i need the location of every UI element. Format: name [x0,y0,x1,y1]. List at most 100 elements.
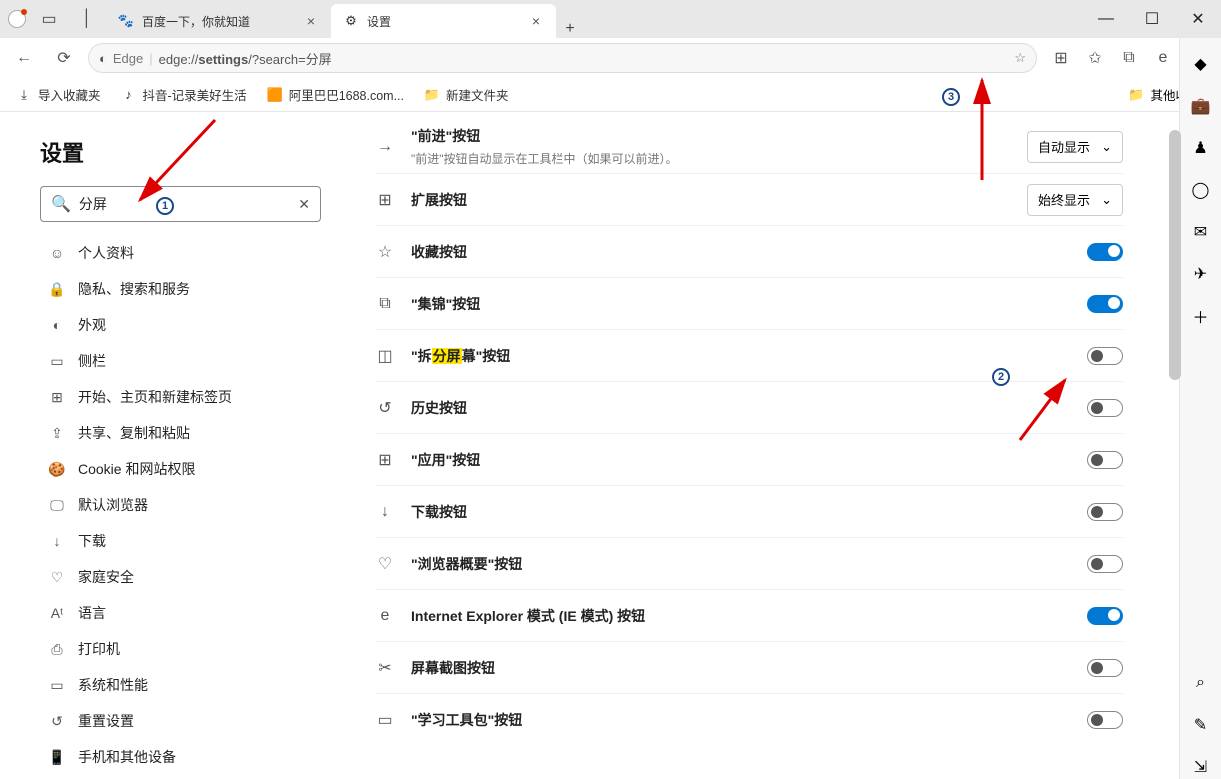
nav-item-icon: ⎙ [48,641,66,658]
favorites-icon[interactable]: ✩ [1079,42,1111,74]
settings-nav-item[interactable]: ⇪共享、复制和粘贴 [40,416,321,450]
row-body: "浏览器概要"按钮 [411,554,1087,574]
navigation-bar: ← ⟳ ◐ Edge | edge://settings/?search=分屏 … [0,38,1221,78]
sidebar-app-icon[interactable]: ♟ [1189,136,1213,160]
toggle[interactable] [1087,399,1123,417]
settings-nav-item[interactable]: Aᵗ语言 [40,596,321,630]
settings-nav-item[interactable]: ↓下载 [40,524,321,558]
tab-settings[interactable]: ⚙ 设置 × [331,4,556,38]
nav-item-icon: ⊞ [48,389,66,406]
extensions-icon[interactable]: ⊞ [1045,42,1077,74]
nav-item-icon: 📱 [48,749,66,766]
chevron-down-icon: ⌄ [1101,192,1112,208]
refresh-button[interactable]: ⟳ [48,42,80,74]
settings-search[interactable]: 🔍 ✕ [40,186,321,222]
row-title: 屏幕截图按钮 [411,658,1087,678]
settings-nav-item[interactable]: ▭系统和性能 [40,668,321,702]
settings-nav-item[interactable]: ⊞开始、主页和新建标签页 [40,380,321,414]
settings-nav-item[interactable]: ⎙打印机 [40,632,321,666]
settings-nav-item[interactable]: 🔒隐私、搜索和服务 [40,272,321,306]
chevron-down-icon: ⌄ [1101,139,1112,155]
new-tab-button[interactable]: + [556,20,584,38]
sidebar-app-icon[interactable]: ＋ [1189,304,1213,328]
search-input[interactable] [79,196,290,212]
dropdown[interactable]: 始终显示⌄ [1027,184,1123,216]
sidebar-app-icon[interactable]: ✎ [1189,713,1213,737]
close-icon[interactable]: × [303,13,319,29]
row-body: 历史按钮 [411,398,1087,418]
toggle[interactable] [1087,295,1123,313]
bookmark-item[interactable]: ⤓导入收藏夹 [8,81,109,108]
row-body: "前进"按钮 "前进"按钮自动显示在工具栏中（如果可以前进）。 [411,126,1027,167]
settings-nav-item[interactable]: ◐外观 [40,308,321,342]
address-bar[interactable]: ◐ Edge | edge://settings/?search=分屏 ☆ [88,43,1037,73]
toggle[interactable] [1087,711,1123,729]
sidebar-app-icon[interactable]: ✉ [1189,220,1213,244]
settings-page: 设置 🔍 ✕ ☺个人资料🔒隐私、搜索和服务◐外观▭侧栏⊞开始、主页和新建标签页⇪… [0,112,1179,779]
setting-row: ♡ "浏览器概要"按钮 [375,537,1123,589]
bookmark-item[interactable]: 🟧阿里巴巴1688.com... [259,81,412,108]
scrollbar[interactable] [1169,130,1181,380]
star-icon[interactable]: ☆ [1014,50,1026,66]
row-icon: ⊞ [375,190,395,210]
back-button[interactable]: ← [8,42,40,74]
profile-indicator-icon[interactable] [8,10,26,28]
close-window-button[interactable]: ✕ [1175,0,1221,38]
ie-mode-icon[interactable]: e [1147,42,1179,74]
toggle[interactable] [1087,607,1123,625]
settings-nav-item[interactable]: ♡家庭安全 [40,560,321,594]
toggle[interactable] [1087,451,1123,469]
tab-baidu[interactable]: 🐾 百度一下，你就知道 × [106,4,331,38]
edge-logo-icon: ◐ [99,51,107,66]
row-title: 扩展按钮 [411,190,1027,210]
row-title: "拆分屏幕"按钮 [411,346,1087,366]
toggle[interactable] [1087,503,1123,521]
row-body: 下载按钮 [411,502,1087,522]
edge-sidebar: ◆ 💼 ♟ ◯ ✉ ✈ ＋ ⌕ ✎ ⇲ [1179,38,1221,779]
nav-item-label: 重置设置 [78,711,134,731]
sidebar-app-icon[interactable]: ◆ [1189,52,1213,76]
sidebar-app-icon[interactable]: 💼 [1189,94,1213,118]
settings-nav-item[interactable]: ↺重置设置 [40,704,321,738]
maximize-button[interactable]: ☐ [1129,0,1175,38]
minimize-button[interactable]: — [1083,0,1129,38]
row-body: "学习工具包"按钮 [411,710,1087,730]
bookmark-item[interactable]: 📁新建文件夹 [416,81,517,108]
toggle[interactable] [1087,347,1123,365]
nav-item-label: 语言 [78,603,106,623]
folder-icon: 📁 [1128,87,1144,103]
sidebar-app-icon[interactable]: ⇲ [1189,755,1213,779]
row-body: Internet Explorer 模式 (IE 模式) 按钮 [411,606,1087,626]
tab-actions-icon[interactable]: ▭ [34,9,64,29]
row-title: 历史按钮 [411,398,1087,418]
row-title: 收藏按钮 [411,242,1087,262]
row-title: "集锦"按钮 [411,294,1087,314]
vertical-tabs-icon[interactable]: │ [72,10,102,28]
sidebar-app-icon[interactable]: ◯ [1189,178,1213,202]
toggle[interactable] [1087,555,1123,573]
close-icon[interactable]: × [528,13,544,29]
settings-nav-item[interactable]: 📱 手机和其他设备 [40,740,321,774]
sidebar-app-icon[interactable]: ✈ [1189,262,1213,286]
toggle[interactable] [1087,243,1123,261]
settings-nav-item[interactable]: ☺个人资料 [40,236,321,270]
bookmark-item[interactable]: ♪抖音-记录美好生活 [113,81,255,108]
nav-item-label: 家庭安全 [78,567,134,587]
setting-row: → "前进"按钮 "前进"按钮自动显示在工具栏中（如果可以前进）。 自动显示⌄ [375,120,1123,173]
collections-icon[interactable]: ⧉ [1113,42,1145,74]
dropdown[interactable]: 自动显示⌄ [1027,131,1123,163]
sidebar-app-icon[interactable]: ⌕ [1189,671,1213,695]
bookmark-icon: ♪ [121,87,137,103]
row-icon: ✂ [375,658,395,678]
settings-nav-item[interactable]: ▭侧栏 [40,344,321,378]
row-body: 屏幕截图按钮 [411,658,1087,678]
nav-item-label: 手机和其他设备 [78,747,176,767]
settings-nav-item[interactable]: 🖵默认浏览器 [40,488,321,522]
nav-item-icon: ↓ [48,533,66,549]
row-icon: ♡ [375,554,395,574]
settings-main: → "前进"按钮 "前进"按钮自动显示在工具栏中（如果可以前进）。 自动显示⌄ ⊞… [345,112,1179,779]
settings-nav-item[interactable]: 🍪Cookie 和网站权限 [40,452,321,486]
setting-row: ⊞ "应用"按钮 [375,433,1123,485]
clear-icon[interactable]: ✕ [298,196,310,213]
toggle[interactable] [1087,659,1123,677]
